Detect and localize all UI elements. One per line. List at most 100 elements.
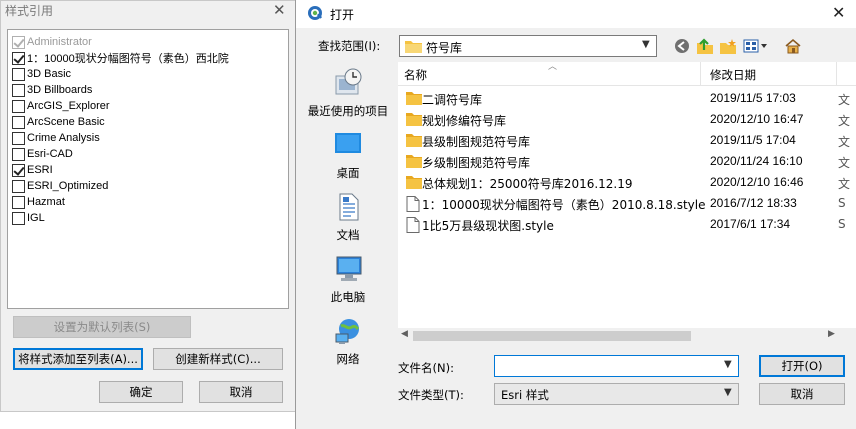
- style-list-item[interactable]: 1：10000现状分幅图符号（素色）西北院: [12, 50, 229, 66]
- cancel-button[interactable]: 取消: [199, 381, 283, 403]
- file-row[interactable]: 总体规划1：25000符号库2016.12.19 2020/12/10 16:46…: [398, 172, 856, 193]
- horizontal-scrollbar[interactable]: ◀ ▶: [398, 328, 856, 344]
- scroll-right-icon[interactable]: ▶: [828, 329, 835, 339]
- style-item-label: IGL: [27, 212, 45, 224]
- arcgis-app-icon: [308, 6, 323, 20]
- folder-icon: [405, 41, 422, 53]
- file-row[interactable]: 1比5万县级现状图.style 2017/6/1 17:34 S: [398, 214, 856, 235]
- style-list-item[interactable]: Hazmat: [12, 194, 65, 210]
- scroll-left-icon[interactable]: ◀: [401, 329, 408, 339]
- place-label: 网络: [336, 352, 360, 366]
- view-menu-icon[interactable]: [742, 37, 770, 55]
- new-folder-icon[interactable]: [718, 37, 738, 55]
- place-label: 最近使用的项目: [307, 104, 389, 118]
- close-icon[interactable]: ✕: [273, 1, 286, 19]
- dialog-title: 打开: [330, 8, 355, 22]
- file-type-label: 文件类型(T):: [398, 388, 464, 402]
- chevron-down-icon[interactable]: ▼: [724, 359, 732, 370]
- file-name-input[interactable]: [494, 355, 739, 377]
- file-row[interactable]: 规划修编符号库 2020/12/10 16:47 文: [398, 109, 856, 130]
- create-new-style-button[interactable]: 创建新样式(C)...: [153, 348, 283, 370]
- place-documents[interactable]: 文档: [304, 192, 392, 243]
- style-checkbox[interactable]: [12, 195, 25, 209]
- style-checkbox[interactable]: [12, 115, 25, 129]
- file-row[interactable]: 乡级制图规范符号库 2020/11/24 16:10 文: [398, 151, 856, 172]
- place-desktop[interactable]: 桌面: [304, 130, 392, 181]
- add-style-to-list-button[interactable]: 将样式添加至列表(A)...: [13, 348, 143, 370]
- style-checkbox[interactable]: [12, 99, 25, 113]
- column-header-date[interactable]: 修改日期: [710, 67, 756, 83]
- file-date: 2020/12/10 16:46: [710, 175, 804, 189]
- place-network[interactable]: 网络: [304, 316, 392, 367]
- style-item-label: ArcScene Basic: [27, 116, 105, 128]
- style-item-label: Administrator: [27, 36, 92, 48]
- open-button[interactable]: 打开(O): [759, 355, 845, 377]
- scrollbar-thumb[interactable]: [413, 331, 691, 341]
- file-name-label: 文件名(N):: [398, 361, 454, 375]
- file-date: 2020/12/10 16:47: [710, 112, 804, 126]
- ok-button[interactable]: 确定: [99, 381, 183, 403]
- style-list-item[interactable]: IGL: [12, 210, 45, 226]
- style-list-item[interactable]: Esri-CAD: [12, 146, 73, 162]
- file-type-cell: 文: [838, 135, 851, 149]
- dialog-title: 样式引用: [5, 4, 54, 18]
- close-icon[interactable]: ✕: [832, 3, 845, 22]
- style-list-item[interactable]: Crime Analysis: [12, 130, 100, 146]
- file-name: 总体规划1：25000符号库2016.12.19: [422, 177, 633, 191]
- open-dialog: 打开 ✕ 查找范围(I): 符号库 ▼ 最近使用的项目 桌面 文档 此电脑 网络…: [295, 0, 856, 429]
- file-row[interactable]: 二调符号库 2019/11/5 17:03 文: [398, 88, 856, 109]
- style-list[interactable]: Administrator 1：10000现状分幅图符号（素色）西北院 3D Bas…: [7, 29, 289, 309]
- chevron-down-icon[interactable]: ▼: [724, 387, 732, 398]
- style-checkbox[interactable]: [12, 67, 25, 81]
- style-list-item[interactable]: ESRI_Optimized: [12, 178, 108, 194]
- file-date: 2016/7/12 18:33: [710, 196, 797, 210]
- file-type-cell: S: [838, 196, 846, 210]
- file-name: 县级制图规范符号库: [422, 135, 531, 149]
- file-date: 2019/11/5 17:03: [710, 91, 796, 105]
- file-row[interactable]: 县级制图规范符号库 2019/11/5 17:04 文: [398, 130, 856, 151]
- file-type-cell: 文: [838, 114, 851, 128]
- style-item-label: 3D Billboards: [27, 84, 93, 96]
- desktop-icon: [335, 133, 361, 153]
- style-checkbox[interactable]: [12, 131, 25, 145]
- style-checkbox[interactable]: [12, 179, 25, 193]
- style-checkbox[interactable]: [12, 147, 25, 161]
- style-checkbox[interactable]: [12, 163, 25, 177]
- file-type-cell: S: [838, 217, 846, 231]
- file-list[interactable]: ︿ 名称 修改日期 二调符号库 2019/11/5 17:03 文规划修编符号库 20…: [398, 62, 856, 344]
- up-folder-icon[interactable]: [695, 37, 715, 55]
- style-list-item[interactable]: 3D Billboards: [12, 82, 92, 98]
- column-header-name[interactable]: 名称: [404, 67, 427, 83]
- style-checkbox: [12, 35, 25, 49]
- place-this-pc[interactable]: 此电脑: [304, 254, 392, 305]
- home-icon[interactable]: [783, 37, 803, 55]
- place-label: 桌面: [336, 166, 360, 180]
- style-list-item[interactable]: ESRI: [12, 162, 53, 178]
- style-list-item: Administrator: [12, 34, 92, 50]
- chevron-down-icon[interactable]: ▼: [642, 39, 650, 50]
- back-icon[interactable]: [672, 37, 692, 55]
- look-in-value: 符号库: [426, 41, 463, 55]
- cancel-button[interactable]: 取消: [759, 383, 845, 405]
- documents-icon: [339, 193, 359, 221]
- style-item-label: Crime Analysis: [27, 132, 100, 144]
- file-type-cell: 文: [838, 93, 851, 107]
- style-reference-dialog: 样式引用 ✕ Administrator 1：10000现状分幅图符号（素色）西北…: [0, 0, 296, 412]
- style-list-item[interactable]: ArcGIS_Explorer: [12, 98, 110, 114]
- look-in-combo[interactable]: 符号库 ▼: [399, 35, 657, 57]
- folder-icon: [406, 176, 422, 189]
- style-list-item[interactable]: 3D Basic: [12, 66, 71, 82]
- set-default-list-button: 设置为默认列表(S): [13, 316, 191, 338]
- column-separator[interactable]: [700, 62, 701, 86]
- style-list-item[interactable]: ArcScene Basic: [12, 114, 105, 130]
- style-checkbox[interactable]: [12, 211, 25, 225]
- place-recent[interactable]: 最近使用的项目: [304, 68, 392, 119]
- style-checkbox[interactable]: [12, 51, 25, 65]
- recent-icon: [335, 68, 362, 95]
- file-row[interactable]: 1：10000现状分幅图符号（素色）2010.8.18.style 2016/7/…: [398, 193, 856, 214]
- file-type-select[interactable]: Esri 样式 ▼: [494, 383, 739, 405]
- folder-icon: [406, 155, 422, 168]
- sort-ascending-icon: ︿: [548, 62, 558, 72]
- column-separator[interactable]: [836, 62, 837, 86]
- style-checkbox[interactable]: [12, 83, 25, 97]
